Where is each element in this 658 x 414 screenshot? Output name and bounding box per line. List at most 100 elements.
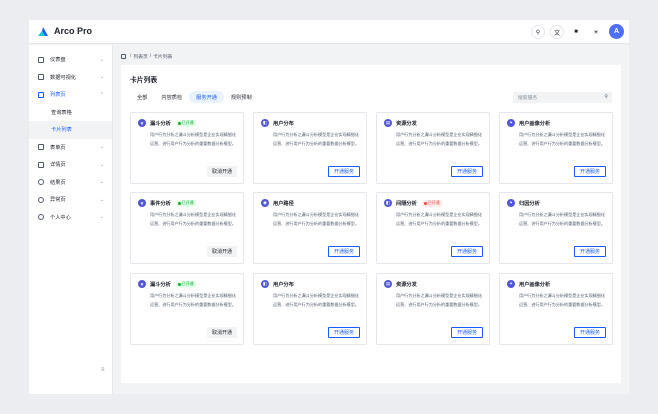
service-card: ✦ 用户画像分析 用户行为分析之漏斗分析模型是企业实现精细化运营、进行用户行为分析的… [499,273,613,345]
activate-service-button[interactable]: 开通服务 [573,166,606,177]
language-icon[interactable]: 文 [550,25,564,39]
sidebar-item-user-center[interactable]: 个人中心 ⌄ [29,209,112,227]
avatar[interactable]: A [609,24,624,39]
chevron-down-icon: ⌄ [99,196,104,203]
service-icon: ◧ [384,199,392,207]
tab-service-activation[interactable]: 服务开通 [189,91,224,103]
status-badge: 已开通 [175,119,196,127]
cancel-activation-button[interactable]: 取消开通 [206,166,237,177]
service-icon: ▼ [138,280,146,288]
service-card: ◧ 用户分布用户行为分析之漏斗分析模型是企业实现精细化运营、进行用户行为分析的重要… [253,273,367,345]
chevron-up-icon: ⌃ [99,91,104,98]
service-icon: ◧ [261,280,269,288]
sidebar-item-label: 详情页 [50,162,66,169]
activate-service-button[interactable]: 开通服务 [573,246,606,257]
tab-content-inspection[interactable]: 内容质检 [154,91,189,103]
activate-service-button[interactable]: 开通服务 [450,327,483,338]
card-title: 用户画像分析 [519,282,551,288]
sidebar-item-exception[interactable]: 异常页 ⌄ [29,191,112,209]
activate-service-button[interactable]: 开通服务 [327,166,360,177]
sidebar-item-label: 列表页 [50,92,66,99]
status-badge: 已开通 [421,199,442,207]
card-description: 用户行为分析之漏斗分析模型是企业实现精细化运营、进行用户行为分析的重要数据分析模… [396,293,482,307]
chevron-down-icon: ⌄ [99,214,104,221]
tab-all[interactable]: 全部 [130,91,154,103]
sidebar-item-result[interactable]: 结果页 ⌄ [29,174,112,192]
cancel-activation-button[interactable]: 取消开通 [206,327,237,338]
card-description: 用户行为分析之漏斗分析模型是企业实现精细化运营、进行用户行为分析的重要数据分析模… [150,212,236,226]
search-icon[interactable]: ⚲ [531,25,545,39]
sidebar-item-label: 仪表盘 [50,57,66,64]
sidebar-item-form[interactable]: 表单页 ⌄ [29,139,112,157]
check-circle-icon [38,179,44,186]
app-name: Arco Pro [54,26,93,36]
service-icon: ✦ [507,199,515,207]
theme-icon[interactable]: ☀ [589,25,603,39]
sidebar-item-label: 数据可视化 [50,74,76,81]
service-card: ▤ 资源分发用户行为分析之漏斗分析模型是企业实现精细化运营、进行用户行为分析的重要… [376,273,490,345]
status-label: 已开通 [181,281,194,286]
service-icon: ◉ [261,199,269,207]
arco-logo-icon [38,27,48,36]
search-placeholder: 搜索服务 [518,96,538,101]
sidebar-subitem-search-table[interactable]: 查询表格 [29,104,112,122]
chevron-down-icon: ⌄ [99,161,104,168]
chevron-down-icon: ⌄ [99,56,104,63]
tab-rule-preset[interactable]: 规则预制 [224,91,259,103]
tab-bar: 全部 内容质检 服务开通 规则预制 [130,91,259,103]
breadcrumb-item: 卡片列表 [153,55,173,60]
notification-icon[interactable]: ■ [569,25,583,39]
list-icon [38,91,44,98]
card-title: 间隔分析 [396,201,417,207]
status-badge: 已开通 [175,199,196,207]
sidebar-item-dashboard[interactable]: 仪表盘 ⌄ [29,51,112,69]
service-icon: ◧ [261,119,269,127]
status-label: 已开通 [427,200,440,205]
service-card: ▼ 事件分析 已开通 用户行为分析之漏斗分析模型是企业实现精细化运营、进行用户行为分析… [130,192,244,264]
card-description: 用户行为分析之漏斗分析模型是企业实现精细化运营、进行用户行为分析的重要数据分析模… [273,212,359,226]
sidebar-item-detail[interactable]: 详情页 ⌄ [29,156,112,174]
breadcrumb-item[interactable]: 列表页 [133,53,147,60]
status-label: 已开通 [181,200,194,205]
activate-service-button[interactable]: 开通服务 [573,327,606,338]
status-dot-icon [177,121,181,125]
card-title: 用户画像分析 [519,121,551,127]
card-description: 用户行为分析之漏斗分析模型是企业实现精细化运营、进行用户行为分析的重要数据分析模… [150,132,236,146]
card-description: 用户行为分析之漏斗分析模型是企业实现精细化运营、进行用户行为分析的重要数据分析模… [396,212,482,226]
card-title: 用户路径 [273,201,294,207]
service-card: ✦ 用户画像分析 用户行为分析之漏斗分析模型是企业实现精细化运营、进行用户行为分析的… [499,112,613,184]
card-title: 资源分发 [396,282,417,288]
service-icon: ▤ [384,280,392,288]
card-title: 事件分析 [150,201,171,207]
card-description: 用户行为分析之漏斗分析模型是企业实现精细化运营、进行用户行为分析的重要数据分析模… [273,293,359,307]
card-title: 资源分发 [396,121,417,127]
status-dot-icon [423,201,427,205]
activate-service-button[interactable]: 开通服务 [327,327,360,338]
service-card: ▤ 资源分发 用户行为分析之漏斗分析模型是企业实现精细化运营、进行用户行为分析的重要… [376,112,490,184]
card-title: 用户分布 [273,282,294,288]
search-input[interactable]: 搜索服务 ⚲ [513,92,612,103]
home-icon[interactable] [121,54,126,59]
page-title: 卡片列表 [130,77,158,84]
top-navbar: Arco Pro ⚲ 文 ■ ☀ A [29,20,629,44]
activate-service-button[interactable]: 开通服务 [327,246,360,257]
sidebar-subitem-card-list[interactable]: 卡片列表 [29,121,112,139]
service-card: ◧ 间隔分析 已开通用户行为分析之漏斗分析模型是企业实现精细化运营、进行用户行为分析… [376,192,490,264]
service-icon: ▼ [138,119,146,127]
cancel-activation-button[interactable]: 取消开通 [206,246,237,257]
card-list-panel: 卡片列表 全部 内容质检 服务开通 规则预制 搜索服务 ⚲ ▼ 漏斗分析 已开通 用户… [121,65,621,383]
card-description: 用户行为分析之漏斗分析模型是企业实现精细化运营、进行用户行为分析的重要数据分析模… [519,212,605,226]
activate-service-button[interactable]: 开通服务 [450,166,483,177]
card-description: 用户行为分析之漏斗分析模型是企业实现精细化运营、进行用户行为分析的重要数据分析模… [519,132,605,146]
sidebar-item-list[interactable]: 列表页 ⌃ [29,86,112,104]
status-dot-icon [177,201,181,205]
app-window: Arco Pro ⚲ 文 ■ ☀ A 仪表盘 ⌄ 数据可视化 ⌄ 列表页 ⌃ 查询表格… [29,20,629,394]
file-icon [38,161,44,168]
sidebar: 仪表盘 ⌄ 数据可视化 ⌄ 列表页 ⌃ 查询表格 卡片列表 表单页 ⌄ 详情页 ⌄ 结果页… [29,45,113,394]
menu-fold-icon[interactable]: ≡ [101,367,105,373]
card-title: 漏斗分析 [150,282,171,288]
card-title: 归因分析 [519,201,540,207]
sidebar-item-visualization[interactable]: 数据可视化 ⌄ [29,69,112,87]
activate-service-button[interactable]: 开通服务 [450,246,483,257]
search-icon[interactable]: ⚲ [604,94,608,100]
